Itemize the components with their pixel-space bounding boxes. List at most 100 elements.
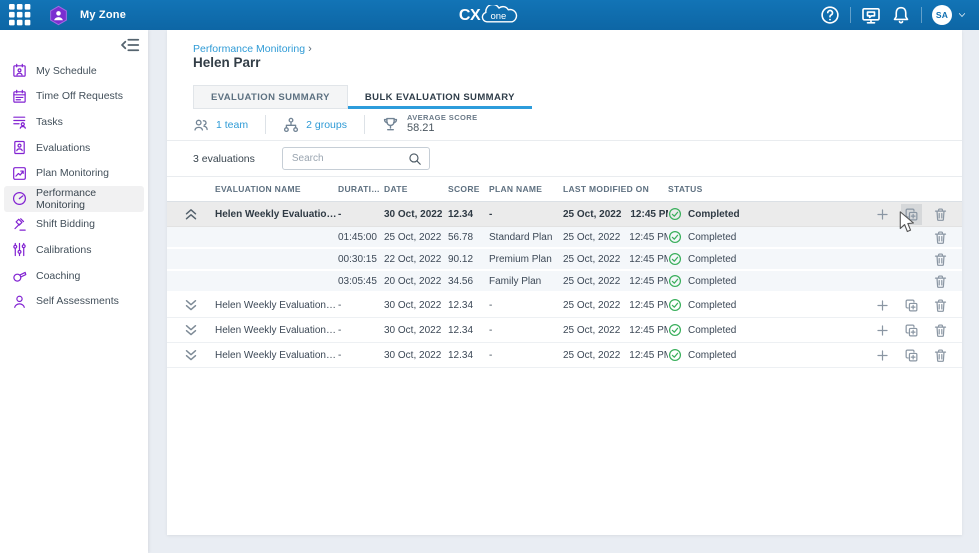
page-title: Helen Parr — [193, 55, 261, 70]
sidebar-item-shift-bidding[interactable]: Shift Bidding — [4, 212, 144, 238]
coaching-icon — [12, 268, 27, 283]
col-last-modified-on: LAST MODIFIED ON — [563, 184, 668, 194]
add-evaluation-button[interactable] — [872, 295, 893, 316]
modified-date: 25 Oct, 2022 — [563, 325, 620, 336]
sidebar-item-performance-monitoring[interactable]: Performance Monitoring — [4, 186, 144, 212]
table-body: Helen Weekly Evaluation - June...-30 Oct… — [167, 202, 962, 368]
copy-evaluation-button[interactable] — [901, 345, 922, 366]
average-score-label: AVERAGE SCORE — [407, 113, 478, 122]
check-circle-icon — [668, 298, 682, 312]
status-cell: Completed — [668, 252, 788, 266]
screen-share-icon[interactable] — [861, 5, 881, 25]
sidebar-item-self-assessments[interactable]: Self Assessments — [4, 288, 144, 314]
breadcrumb[interactable]: Performance Monitoring › — [193, 43, 312, 55]
table-row[interactable]: Helen Weekly Evaluation - June 20-30 Oct… — [167, 318, 962, 343]
expand-rows-icon[interactable] — [182, 296, 200, 314]
status-cell: Completed — [668, 298, 788, 312]
score-cell: 34.56 — [448, 276, 489, 287]
sidebar-item-evaluations[interactable]: Evaluations — [4, 135, 144, 161]
collapse-rows-icon[interactable] — [182, 205, 200, 223]
delete-evaluation-button[interactable] — [930, 271, 951, 292]
sidebar: My Schedule Time Off RequestsTasksEvaluat… — [0, 30, 148, 553]
status-label: Completed — [688, 254, 736, 265]
avatar[interactable]: SA — [932, 5, 952, 25]
modified-date: 25 Oct, 2022 — [563, 232, 620, 243]
tab-evaluation-summary[interactable]: EVALUATION SUMMARY — [193, 85, 348, 109]
add-evaluation-button[interactable] — [872, 320, 893, 341]
delete-evaluation-button[interactable] — [930, 227, 951, 248]
sidebar-item-label: My Schedule — [36, 65, 97, 77]
app-launcher-grid-icon[interactable] — [9, 4, 31, 26]
evaluation-name-cell: Helen Weekly Evaluation - June 20 — [215, 300, 338, 311]
groups-label[interactable]: 2 groups — [306, 119, 347, 131]
notifications-bell-icon[interactable] — [891, 5, 911, 25]
table-row[interactable]: 01:45:0025 Oct, 202256.78Standard Plan25… — [167, 227, 962, 249]
page: My Zone CX one SA My Schedule Time Off Re… — [0, 0, 979, 553]
search-icon[interactable] — [408, 152, 422, 166]
expander-cell — [167, 205, 215, 223]
sidebar-item-time-off-requests[interactable]: Time Off Requests — [4, 84, 144, 110]
team-link[interactable]: 1 team — [193, 117, 248, 133]
sidebar-item-plan-monitoring[interactable]: Plan Monitoring — [4, 160, 144, 186]
add-evaluation-button[interactable] — [872, 345, 893, 366]
col-plan-name: PLAN NAME — [489, 184, 563, 194]
cxone-logo-cx: CX — [459, 6, 480, 26]
status-cell: Completed — [668, 323, 788, 337]
copy-evaluation-button[interactable] — [901, 320, 922, 341]
delete-evaluation-button[interactable] — [930, 320, 951, 341]
plan-name-cell: - — [489, 350, 563, 361]
last-modified-cell: 25 Oct, 202212:45 PM — [563, 209, 668, 220]
status-cell: Completed — [668, 230, 788, 244]
breadcrumb-link[interactable]: Performance Monitoring — [193, 43, 305, 55]
modified-date: 25 Oct, 2022 — [563, 350, 620, 361]
sidebar-item-my-schedule[interactable]: My Schedule — [4, 58, 144, 84]
plan-name-cell: - — [489, 325, 563, 336]
sidebar-item-tasks[interactable]: Tasks — [4, 109, 144, 135]
expand-rows-icon[interactable] — [182, 321, 200, 339]
table-row[interactable]: Helen Weekly Evaluation - June...-30 Oct… — [167, 202, 962, 227]
search-input[interactable] — [283, 153, 408, 164]
tab-bulk-evaluation-summary[interactable]: BULK EVALUATION SUMMARY — [348, 85, 532, 109]
groups-link[interactable]: 2 groups — [283, 117, 347, 133]
duration-cell: - — [338, 209, 384, 220]
delete-evaluation-button[interactable] — [930, 204, 951, 225]
modified-date: 25 Oct, 2022 — [563, 254, 620, 265]
table-toolbar: 3 evaluations — [167, 141, 962, 177]
svg-text:one: one — [490, 11, 506, 22]
evaluation-name-cell: Helen Weekly Evaluation - June 20 — [215, 325, 338, 336]
collapse-panel-icon[interactable] — [119, 34, 141, 56]
topbar-left: My Zone — [0, 4, 126, 26]
delete-evaluation-button[interactable] — [930, 295, 951, 316]
team-label[interactable]: 1 team — [216, 119, 248, 131]
modified-date: 25 Oct, 2022 — [563, 276, 620, 287]
sidebar-item-calibrations[interactable]: Calibrations — [4, 237, 144, 263]
delete-evaluation-button[interactable] — [930, 249, 951, 270]
status-label: Completed — [688, 232, 736, 243]
help-icon[interactable] — [820, 5, 840, 25]
plan-name-cell: Standard Plan — [489, 232, 563, 243]
evaluation-name-cell: Helen Weekly Evaluation - June 20 — [215, 350, 338, 361]
sidebar-item-label: Plan Monitoring — [36, 167, 109, 179]
copy-evaluation-button[interactable] — [901, 204, 922, 225]
duration-cell: 01:45:00 — [338, 232, 384, 243]
table-row[interactable]: 03:05:4520 Oct, 202234.56Family Plan25 O… — [167, 271, 962, 293]
table-row[interactable]: Helen Weekly Evaluation - June 20-30 Oct… — [167, 293, 962, 318]
table-row[interactable]: 00:30:1522 Oct, 202290.12Premium Plan25 … — [167, 249, 962, 271]
evaluations-icon — [12, 140, 27, 155]
date-cell: 22 Oct, 2022 — [384, 254, 448, 265]
delete-evaluation-button[interactable] — [930, 345, 951, 366]
plan-name-cell: - — [489, 300, 563, 311]
copy-evaluation-button[interactable] — [901, 295, 922, 316]
add-evaluation-button[interactable] — [872, 204, 893, 225]
tab-bar: EVALUATION SUMMARY BULK EVALUATION SUMMA… — [193, 85, 532, 109]
plan-name-cell: Premium Plan — [489, 254, 563, 265]
expand-rows-icon[interactable] — [182, 346, 200, 364]
plus-icon — [875, 207, 890, 222]
date-cell: 30 Oct, 2022 — [384, 350, 448, 361]
user-menu[interactable]: SA — [932, 5, 967, 25]
col-duration: DURATION — [338, 184, 384, 194]
score-cell: 12.34 — [448, 300, 489, 311]
sidebar-item-coaching[interactable]: Coaching — [4, 263, 144, 289]
row-actions — [788, 345, 962, 366]
table-row[interactable]: Helen Weekly Evaluation - June 20 - 30 Oct… — [167, 343, 962, 368]
